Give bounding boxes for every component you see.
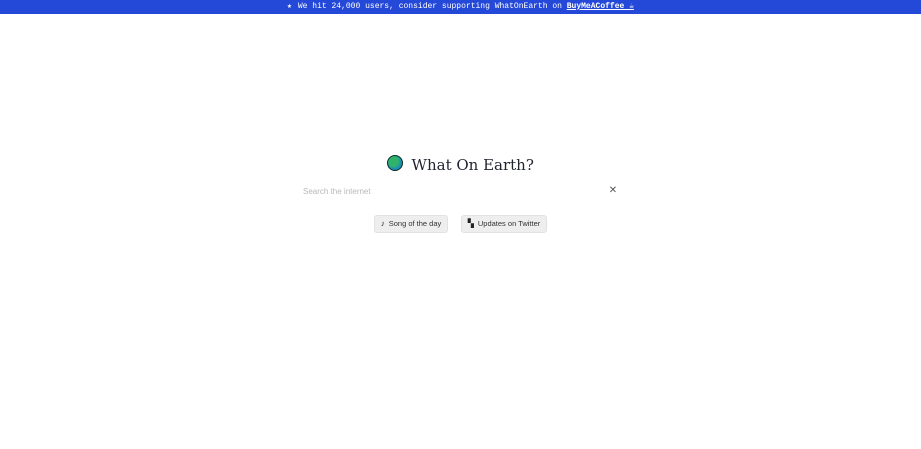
banner-text: We hit 24,000 users, consider supporting… — [297, 2, 567, 11]
announcement-banner: ★ We hit 24,000 users, consider supportin… — [0, 0, 921, 14]
header: What On Earth? — [0, 155, 921, 174]
globe-icon — [387, 155, 404, 171]
action-buttons: ♪ Song of the day ▚ Updates on Twitter — [0, 215, 921, 233]
updates-on-twitter-label: Updates on Twitter — [477, 219, 541, 228]
page-title: What On Earth? — [411, 156, 534, 174]
bird-icon: ▚ — [467, 219, 474, 228]
search-bar: ✕ — [303, 184, 621, 199]
updates-on-twitter-button[interactable]: ▚ Updates on Twitter — [460, 215, 548, 233]
search-input[interactable] — [303, 184, 603, 199]
close-icon[interactable]: ✕ — [607, 185, 619, 197]
song-of-the-day-label: Song of the day — [388, 219, 442, 228]
song-of-the-day-button[interactable]: ♪ Song of the day — [373, 215, 449, 233]
buymeacoffee-link[interactable]: BuyMeACoffee ☕ — [567, 2, 634, 11]
music-note-icon: ♪ — [380, 219, 385, 228]
star-icon: ★ — [287, 2, 292, 11]
